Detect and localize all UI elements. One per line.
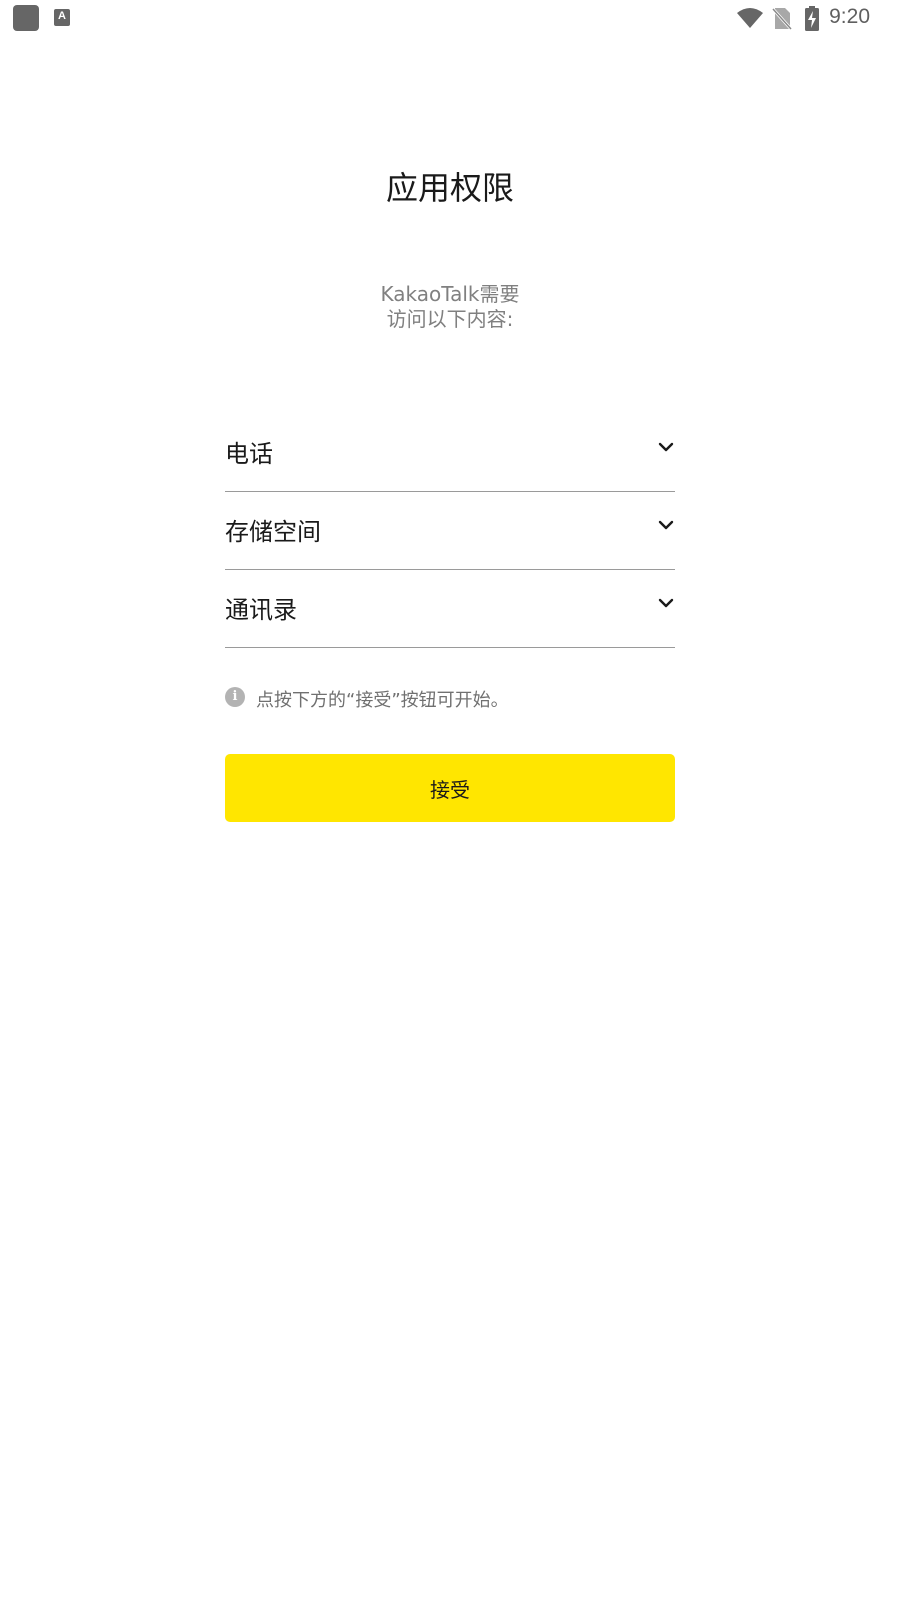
wifi-icon xyxy=(736,7,764,33)
battery-charging-icon xyxy=(804,6,820,36)
page-title: 应用权限 xyxy=(385,169,514,207)
page-subtitle: KakaoTalk需要 访问以下内容: xyxy=(0,282,900,332)
accept-notice: i 点按下方的“接受”按钮可开始。 xyxy=(225,686,675,712)
keyboard-a-icon: A xyxy=(54,9,70,26)
permission-list: 电话 存储空间 通讯录 xyxy=(225,414,675,648)
status-time: 9:20 xyxy=(829,5,870,28)
accept-button[interactable]: 接受 xyxy=(225,754,675,822)
no-sim-icon xyxy=(771,7,793,35)
notice-text: 点按下方的“接受”按钮可开始。 xyxy=(256,690,509,711)
permission-label: 电话 xyxy=(225,440,273,468)
subtitle-line-2: 访问以下内容: xyxy=(386,307,514,331)
permission-label: 通讯录 xyxy=(225,596,297,624)
chevron-down-icon xyxy=(657,516,675,534)
permission-item-phone[interactable]: 电话 xyxy=(225,414,675,492)
chevron-down-icon xyxy=(657,438,675,456)
chevron-down-icon xyxy=(657,594,675,612)
subtitle-line-1: KakaoTalk需要 xyxy=(380,282,520,306)
status-bar: A 9:20 xyxy=(0,0,900,36)
permission-item-contacts[interactable]: 通讯录 xyxy=(225,570,675,648)
info-icon: i xyxy=(225,687,245,707)
permission-label: 存储空间 xyxy=(225,518,321,546)
app-notification-icon xyxy=(13,5,39,31)
permission-item-storage[interactable]: 存储空间 xyxy=(225,492,675,570)
